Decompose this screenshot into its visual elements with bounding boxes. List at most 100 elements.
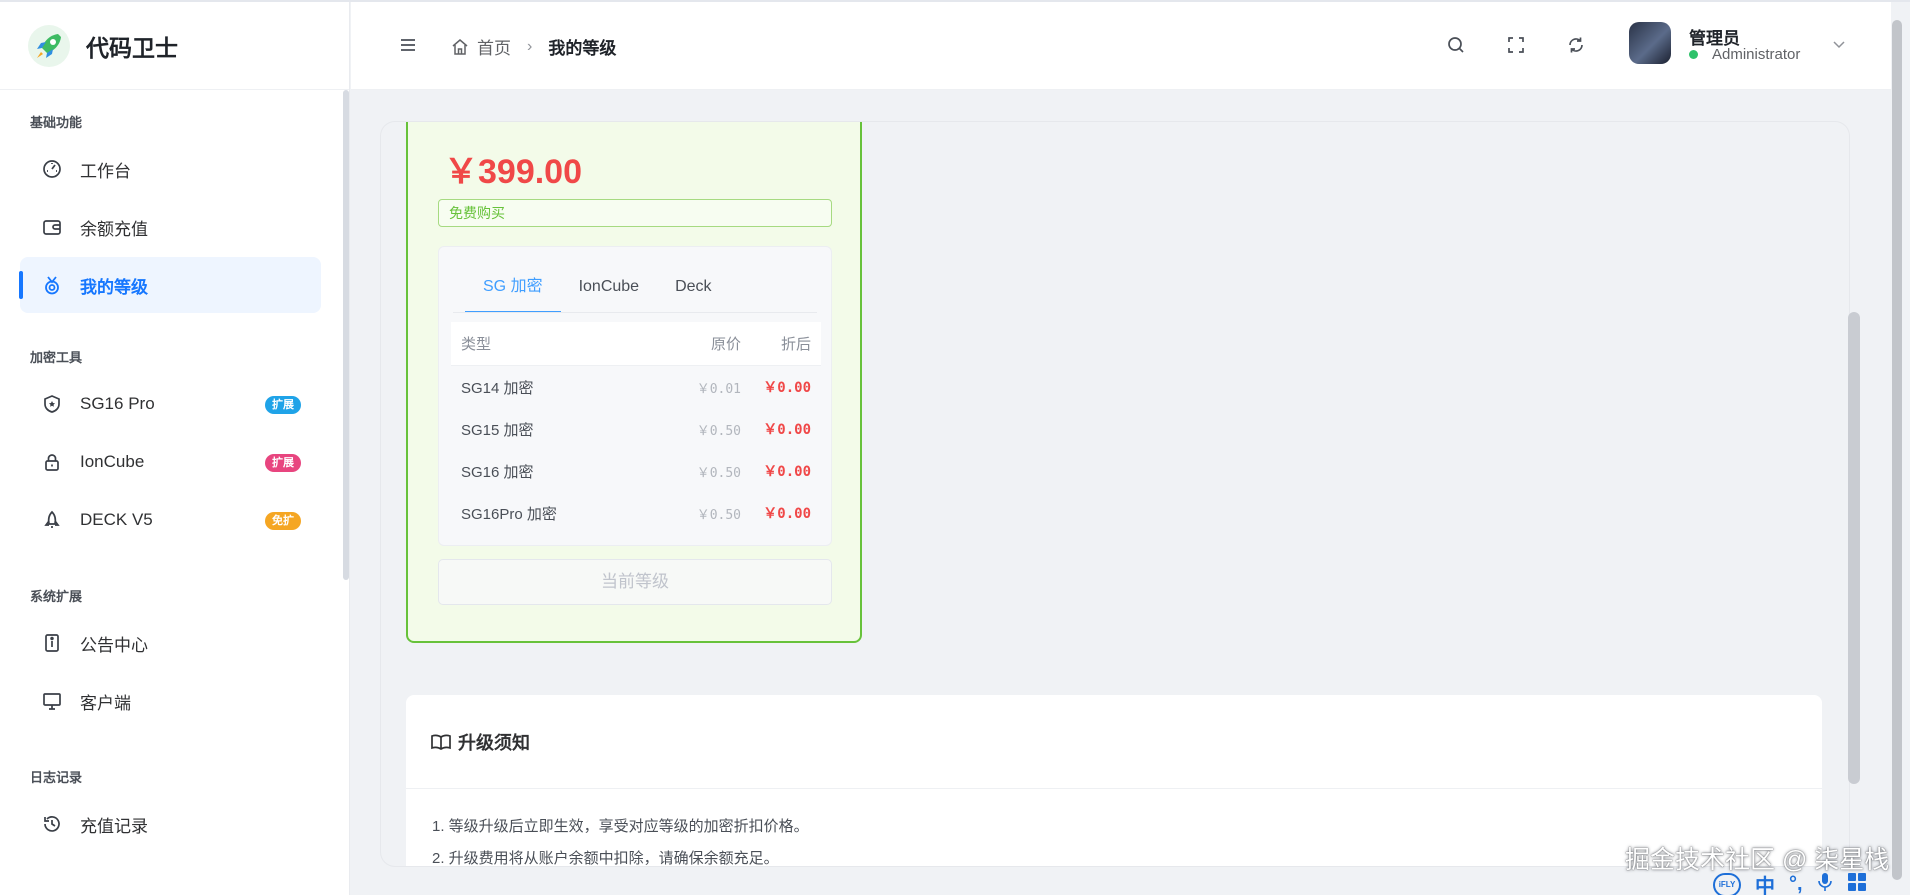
cell-original-price: ￥0.50 [696, 465, 741, 481]
sidebar: 代码卫士 基础功能 工作台 余额充值 我的等级 加密工具 SG16 Pro 扩展… [0, 2, 350, 895]
app-name: 代码卫士 [86, 34, 178, 61]
cell-original-price: ￥0.50 [696, 423, 741, 439]
refresh-icon[interactable] [1565, 34, 1587, 56]
search-icon[interactable] [1445, 34, 1467, 56]
tab-sg-encrypt[interactable]: SG 加密 [465, 261, 561, 313]
nav-group-title: 基础功能 [30, 115, 83, 130]
sidebar-item-deck-v5[interactable]: DECK V5 免扩 [20, 492, 321, 548]
chevron-down-icon[interactable] [1831, 36, 1847, 52]
dashboard-icon [42, 159, 62, 179]
sidebar-item-dashboard[interactable]: 工作台 [20, 141, 321, 197]
sidebar-item-label: 充值记录 [80, 816, 148, 836]
wallet-icon [42, 217, 62, 237]
sidebar-item-label: 工作台 [80, 161, 131, 181]
sidebar-scrollbar[interactable] [343, 90, 349, 580]
cell-discount-price: ￥0.00 [763, 422, 811, 438]
ime-mode[interactable]: 中 [1755, 870, 1775, 895]
breadcrumb: 首页 › 我的等级 [451, 34, 616, 59]
plan-price: ￥399.00 [444, 153, 582, 191]
content-scrollbar-thumb[interactable] [1848, 312, 1860, 784]
tab-deck[interactable]: Deck [657, 261, 729, 313]
sidebar-item-sg16-pro[interactable]: SG16 Pro 扩展 [20, 376, 321, 432]
online-status-dot [1689, 50, 1698, 59]
cell-type: SG16 加密 [461, 463, 534, 481]
cell-type: SG16Pro 加密 [461, 505, 557, 523]
sidebar-item-label: DECK V5 [80, 510, 153, 529]
table-row: SG16Pro 加密 ￥0.50 ￥0.00 [451, 492, 821, 534]
sidebar-item-recharge[interactable]: 余额充值 [20, 199, 321, 255]
main-content: ￥399.00 免费购买 SG 加密 IonCube Deck 类型 原价 折后… [381, 122, 1849, 866]
shield-icon [42, 394, 62, 414]
sidebar-item-my-level[interactable]: 我的等级 [19, 257, 321, 313]
nav-group-title: 系统扩展 [30, 589, 83, 604]
punctuation-icon[interactable]: °, [1789, 873, 1803, 895]
top-header: 首页 › 我的等级 管理员 Administrator [351, 2, 1891, 90]
user-avatar[interactable] [1629, 22, 1671, 64]
extension-badge: 扩展 [265, 396, 301, 414]
cell-discount-price: ￥0.00 [763, 380, 811, 396]
column-header-type: 类型 [461, 336, 492, 353]
home-icon [452, 38, 468, 55]
sidebar-nav: 基础功能 工作台 余额充值 我的等级 加密工具 SG16 Pro 扩展 IonC… [0, 112, 349, 852]
sidebar-item-ioncube[interactable]: IonCube 扩展 [20, 434, 321, 490]
extension-badge: 扩展 [265, 454, 301, 472]
sidebar-item-client[interactable]: 客户端 [20, 673, 321, 729]
upgrade-notice-card: 升级须知 1. 等级升级后立即生效，享受对应等级的加密折扣价格。 2. 升级费用… [406, 695, 1822, 866]
sidebar-item-label: IonCube [80, 452, 145, 471]
cell-discount-price: ￥0.00 [763, 464, 811, 480]
apps-grid-icon[interactable] [1847, 872, 1867, 895]
cell-type: SG14 加密 [461, 379, 534, 397]
breadcrumb-home-label: 首页 [477, 39, 511, 58]
monitor-icon [42, 691, 62, 711]
column-header-discount: 折后 [780, 336, 811, 353]
book-icon [430, 731, 452, 753]
discount-price-card: SG 加密 IonCube Deck 类型 原价 折后 SG14 加密 ￥0.0… [438, 246, 832, 546]
notice-icon [42, 633, 62, 653]
app-logo[interactable]: 代码卫士 [0, 2, 349, 90]
breadcrumb-home[interactable]: 首页 [451, 34, 511, 59]
column-header-original: 原价 [710, 336, 741, 353]
notice-item: 1. 等级升级后立即生效，享受对应等级的加密折扣价格。 [432, 818, 809, 835]
microphone-icon[interactable] [1817, 872, 1833, 895]
breadcrumb-separator-icon: › [527, 37, 533, 55]
nav-group-title: 加密工具 [30, 350, 83, 365]
notice-header: 升级须知 [406, 695, 1822, 789]
sidebar-item-label: 余额充值 [80, 219, 148, 239]
encrypt-type-tabs: SG 加密 IonCube Deck [465, 261, 730, 313]
cell-discount-price: ￥0.00 [763, 506, 811, 522]
notice-item: 2. 升级费用将从账户余额中扣除，请确保余额充足。 [432, 850, 779, 866]
nav-group-title: 日志记录 [30, 770, 83, 785]
breadcrumb-current: 我的等级 [548, 39, 617, 58]
fullscreen-icon[interactable] [1505, 34, 1527, 56]
sidebar-item-announcements[interactable]: 公告中心 [20, 615, 321, 671]
history-icon [42, 814, 62, 834]
cell-type: SG15 加密 [461, 421, 534, 439]
sidebar-item-label: 公告中心 [80, 635, 148, 655]
tabs-divider [453, 312, 817, 313]
user-role: Administrator [1689, 46, 1800, 63]
current-level-button[interactable]: 当前等级 [438, 559, 832, 605]
cell-original-price: ￥0.01 [696, 381, 741, 397]
sidebar-item-label: 我的等级 [80, 277, 148, 297]
table-row: SG14 加密 ￥0.01 ￥0.00 [451, 366, 821, 408]
notice-title: 升级须知 [458, 732, 530, 753]
ime-logo[interactable]: iFLY [1713, 872, 1741, 895]
menu-toggle-icon[interactable] [397, 34, 419, 56]
level-plan-card: ￥399.00 免费购买 SG 加密 IonCube Deck 类型 原价 折后… [406, 122, 862, 643]
rocket-logo-icon [28, 24, 70, 67]
price-table: 类型 原价 折后 SG14 加密 ￥0.01 ￥0.00 SG15 加密 ￥0.… [451, 322, 821, 534]
sidebar-item-recharge-log[interactable]: 充值记录 [20, 796, 321, 852]
table-row: SG16 加密 ￥0.50 ￥0.00 [451, 450, 821, 492]
sidebar-item-label: SG16 Pro [80, 394, 155, 413]
user-role-label: Administrator [1712, 46, 1801, 63]
notice-list: 1. 等级升级后立即生效，享受对应等级的加密折扣价格。 2. 升级费用将从账户余… [406, 789, 1822, 866]
tab-ioncube[interactable]: IonCube [561, 261, 658, 313]
table-header-row: 类型 原价 折后 [451, 322, 821, 366]
medal-icon [42, 275, 62, 295]
plan-tag: 免费购买 [438, 199, 832, 227]
sidebar-item-label: 客户端 [80, 693, 131, 713]
lock-icon [42, 452, 62, 472]
cell-original-price: ￥0.50 [696, 507, 741, 523]
table-row: SG15 加密 ￥0.50 ￥0.00 [451, 408, 821, 450]
page-scrollbar[interactable] [1892, 20, 1902, 880]
